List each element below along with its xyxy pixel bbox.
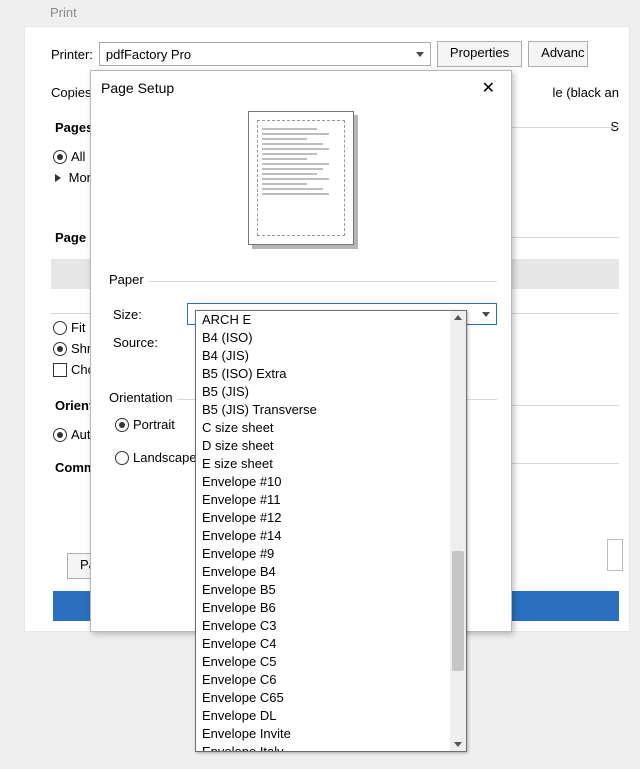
paper-size-option[interactable]: Envelope #12 — [196, 509, 450, 527]
paper-size-option[interactable]: Envelope B4 — [196, 563, 450, 581]
checkbox-icon — [53, 363, 67, 377]
portrait-label: Portrait — [133, 417, 175, 432]
printer-value: pdfFactory Pro — [106, 47, 191, 62]
scroll-down-icon[interactable] — [454, 742, 462, 747]
paper-size-option[interactable]: B4 (ISO) — [196, 329, 450, 347]
paper-size-option[interactable]: Envelope #9 — [196, 545, 450, 563]
size-label: Size: — [113, 307, 175, 322]
scroll-up-icon[interactable] — [454, 315, 462, 320]
radio-off-icon — [115, 451, 129, 465]
paper-size-option[interactable]: Envelope C4 — [196, 635, 450, 653]
printer-label: Printer: — [51, 47, 93, 62]
paper-size-option[interactable]: Envelope B5 — [196, 581, 450, 599]
paper-size-option[interactable]: C size sheet — [196, 419, 450, 437]
paper-size-option[interactable]: Envelope #11 — [196, 491, 450, 509]
printer-select[interactable]: pdfFactory Pro — [99, 42, 431, 66]
more-options-label: Mor — [69, 170, 91, 185]
paper-size-option[interactable]: Envelope C65 — [196, 689, 450, 707]
paper-size-dropdown[interactable]: ARCH EB4 (ISO)B4 (JIS)B5 (ISO) ExtraB5 (… — [195, 310, 467, 752]
paper-size-option[interactable]: Envelope #14 — [196, 527, 450, 545]
grayscale-label-fragment: le (black an — [553, 85, 619, 100]
paper-size-option[interactable]: Envelope Invite — [196, 725, 450, 743]
paper-size-option[interactable]: B5 (JIS) Transverse — [196, 401, 450, 419]
copies-label: Copies — [51, 85, 91, 100]
radio-on-icon — [53, 428, 67, 442]
radio-off-icon — [53, 321, 67, 335]
radio-on-icon — [115, 418, 129, 432]
fit-label: Fit — [71, 320, 85, 335]
orientation-legend: Orientation — [105, 390, 177, 405]
dropdown-scrollbar[interactable] — [450, 311, 466, 751]
paper-size-option[interactable]: Envelope C3 — [196, 617, 450, 635]
chevron-down-icon — [482, 312, 490, 317]
paper-size-option[interactable]: Envelope #10 — [196, 473, 450, 491]
radio-on-icon — [53, 150, 67, 164]
triangle-right-icon — [55, 174, 61, 182]
paper-size-option[interactable]: Envelope DL — [196, 707, 450, 725]
advanced-button[interactable]: Advanc — [528, 41, 587, 67]
paper-size-option[interactable]: D size sheet — [196, 437, 450, 455]
auto-label: Aut — [71, 427, 91, 442]
paper-size-option[interactable]: B5 (JIS) — [196, 383, 450, 401]
paper-size-option[interactable]: B4 (JIS) — [196, 347, 450, 365]
chevron-down-icon — [416, 52, 424, 57]
properties-button[interactable]: Properties — [437, 41, 522, 67]
close-button[interactable]: ✕ — [476, 78, 501, 98]
paper-size-option[interactable]: Envelope Italy — [196, 743, 450, 751]
radio-on-icon — [53, 342, 67, 356]
paper-size-option[interactable]: Envelope C6 — [196, 671, 450, 689]
paper-size-option[interactable]: B5 (ISO) Extra — [196, 365, 450, 383]
print-heading: Print — [50, 5, 77, 20]
paper-size-option[interactable]: ARCH E — [196, 311, 450, 329]
page-preview — [248, 111, 354, 245]
dialog-title: Page Setup — [101, 80, 174, 96]
scroll-thumb[interactable] — [452, 551, 464, 671]
scroll-stub — [607, 539, 623, 571]
paper-size-option[interactable]: E size sheet — [196, 455, 450, 473]
paper-size-option[interactable]: Envelope B6 — [196, 599, 450, 617]
paper-size-option[interactable]: Envelope C5 — [196, 653, 450, 671]
source-label: Source: — [113, 335, 175, 350]
landscape-label: Landscape — [133, 450, 197, 465]
paper-legend: Paper — [105, 272, 148, 287]
pages-all-label: All — [71, 149, 85, 164]
